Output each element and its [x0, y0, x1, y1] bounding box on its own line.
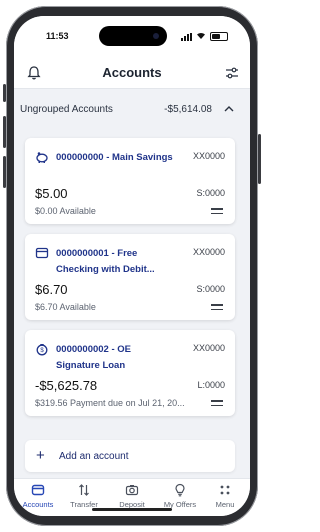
available-balance: $0.00 Available [35, 206, 96, 216]
mute-switch [3, 84, 6, 102]
account-card[interactable]: 0000000001 - Free Checking with Debit...… [25, 234, 235, 320]
chevron-up-icon[interactable] [222, 102, 236, 116]
group-title: Ungrouped Accounts [20, 104, 113, 115]
page-title: Accounts [102, 65, 162, 80]
tab-deposit[interactable]: Deposit [110, 483, 154, 509]
wifi-icon [197, 32, 205, 39]
lightbulb-icon [175, 483, 185, 497]
money-bag-icon: $ [36, 344, 48, 356]
account-balance: -$5,625.78 [35, 378, 98, 393]
account-code: S:0000 [196, 188, 225, 198]
status-time: 11:53 [46, 31, 69, 41]
tab-accounts[interactable]: Accounts [16, 483, 60, 509]
volume-up-button [3, 116, 6, 148]
drag-handle-icon[interactable] [211, 208, 223, 215]
account-card[interactable]: $ 0000000002 - OE Signature Loan XX0000 … [25, 330, 235, 416]
dynamic-island [99, 26, 167, 46]
app-header: Accounts [14, 56, 250, 89]
add-account-button[interactable]: + Add an account [25, 440, 235, 472]
piggy-bank-icon [36, 152, 48, 163]
account-code: S:0000 [196, 284, 225, 294]
account-name[interactable]: 000000000 - Main Savings [56, 150, 176, 166]
tab-my-offers[interactable]: My Offers [158, 483, 202, 509]
svg-text:$: $ [40, 348, 44, 354]
available-balance: $6.70 Available [35, 302, 96, 312]
power-button [258, 134, 261, 184]
camera-icon [125, 485, 139, 496]
app-screen: 11:53 Accounts Ungrouped Accounts -$5,61… [14, 16, 250, 516]
tab-label: Accounts [22, 500, 54, 509]
add-account-label: Add an account [59, 451, 129, 462]
account-name[interactable]: 0000000001 - Free Checking with Debit... [56, 246, 176, 278]
transfer-arrows-icon [79, 484, 89, 496]
account-group-header[interactable]: Ungrouped Accounts -$5,614.08 [14, 96, 250, 122]
account-balance: $6.70 [35, 282, 68, 297]
status-bar: 11:53 [14, 16, 250, 56]
battery-icon [210, 32, 228, 41]
signal-icon [181, 33, 192, 41]
wallet-icon [31, 484, 45, 496]
account-code: L:0000 [197, 380, 225, 390]
account-mask: XX0000 [192, 343, 225, 353]
camera-dot [153, 33, 159, 39]
volume-down-button [3, 156, 6, 188]
account-mask: XX0000 [192, 247, 225, 257]
group-total: -$5,614.08 [164, 104, 212, 115]
payment-due: $319.56 Payment due on Jul 21, 20... [35, 398, 185, 408]
plus-icon: + [36, 447, 45, 464]
account-name[interactable]: 0000000002 - OE Signature Loan [56, 342, 176, 374]
home-indicator[interactable] [92, 508, 172, 511]
tab-transfer[interactable]: Transfer [62, 483, 106, 509]
tab-menu[interactable]: Menu [203, 483, 247, 509]
tab-label: Menu [215, 500, 235, 509]
drag-handle-icon[interactable] [211, 304, 223, 311]
dots-grid-icon [220, 485, 230, 495]
account-mask: XX0000 [192, 151, 225, 161]
account-card[interactable]: 000000000 - Main Savings XX0000 $5.00 S:… [25, 138, 235, 224]
wallet-icon [35, 247, 49, 259]
sliders-icon[interactable] [224, 65, 240, 81]
drag-handle-icon[interactable] [211, 400, 223, 407]
account-balance: $5.00 [35, 186, 68, 201]
